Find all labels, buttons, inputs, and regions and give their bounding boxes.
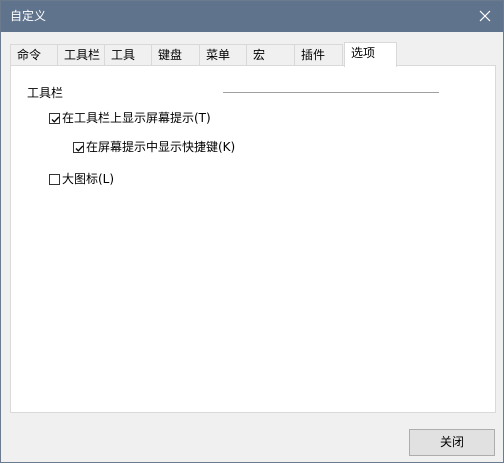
close-icon[interactable] xyxy=(476,7,494,25)
window-title: 自定义 xyxy=(10,9,47,23)
show-shortcuts-label: 在屏幕提示中显示快捷键(K) xyxy=(86,140,236,154)
tab-label: 菜单 xyxy=(206,48,231,62)
show-screentips-option[interactable]: 在工具栏上显示屏幕提示(T) xyxy=(49,110,211,126)
large-icons-option[interactable]: 大图标(L) xyxy=(49,171,114,187)
tab-options[interactable]: 选项 xyxy=(344,42,397,67)
tab-toolbars[interactable]: 工具栏 xyxy=(57,44,105,66)
show-screentips-label: 在工具栏上显示屏幕提示(T) xyxy=(62,111,211,125)
show-screentips-checkbox[interactable] xyxy=(49,112,60,124)
show-shortcuts-option[interactable]: 在屏幕提示中显示快捷键(K) xyxy=(73,139,235,155)
tab-keyboard[interactable]: 键盘 xyxy=(151,44,200,66)
close-button[interactable]: 关闭 xyxy=(409,429,495,456)
tab-tools[interactable]: 工具 xyxy=(104,44,152,66)
title-bar[interactable]: 自定义 xyxy=(1,1,503,32)
toolbar-group-label: 工具栏 xyxy=(27,86,64,100)
tab-strip: 命令 工具栏 工具 键盘 菜单 宏 插件 选项 xyxy=(10,42,496,67)
tab-commands[interactable]: 命令 xyxy=(10,44,58,66)
tab-plugins[interactable]: 插件 xyxy=(294,44,343,66)
tab-label: 工具 xyxy=(111,48,136,62)
tab-label: 工具栏 xyxy=(64,48,101,62)
tab-label: 插件 xyxy=(301,48,326,62)
large-icons-checkbox[interactable] xyxy=(49,173,60,185)
large-icons-label: 大图标(L) xyxy=(62,172,115,186)
tab-menus[interactable]: 菜单 xyxy=(199,44,247,66)
tab-label: 命令 xyxy=(17,48,42,62)
checkmark-icon xyxy=(75,145,84,152)
tab-macros[interactable]: 宏 xyxy=(246,44,295,66)
show-shortcuts-checkbox[interactable] xyxy=(73,141,84,153)
group-divider xyxy=(223,92,439,93)
tab-label: 键盘 xyxy=(158,48,183,62)
customize-dialog: 自定义 命令 工具栏 工具 键盘 菜单 宏 插件 选项 工具栏 在工具栏上显示屏… xyxy=(0,0,504,463)
checkmark-icon xyxy=(51,116,60,123)
tab-label: 宏 xyxy=(253,48,266,62)
tab-label: 选项 xyxy=(351,46,376,60)
